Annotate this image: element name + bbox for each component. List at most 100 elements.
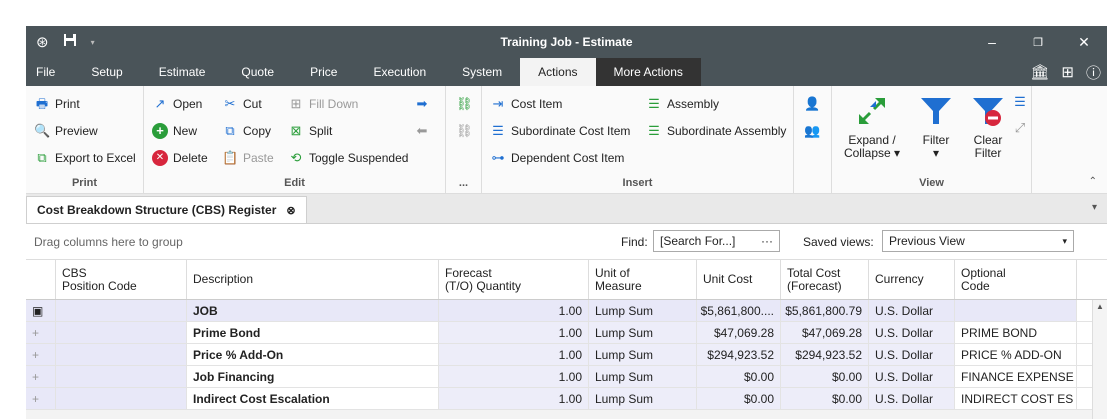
print-button[interactable]: 🖶 Print (34, 96, 80, 112)
menu-price[interactable]: Price (292, 58, 355, 86)
toggle-suspended-button[interactable]: ⟲ Toggle Suspended (288, 150, 409, 166)
table-row[interactable]: + Job Financing 1.00 Lump Sum $0.00 $0.0… (26, 366, 1107, 388)
menu-more-actions[interactable]: More Actions (595, 58, 701, 86)
layout-icon[interactable]: ⊞ (1061, 63, 1074, 81)
close-button[interactable]: ✕ (1061, 26, 1107, 58)
cut-button[interactable]: ✂ Cut (222, 96, 262, 112)
grid-vertical-scrollbar[interactable]: ▲ (1092, 300, 1107, 419)
minimize-button[interactable]: – (969, 26, 1015, 58)
resize-button[interactable]: ⤢ (1012, 120, 1028, 136)
ribbon-group-view: Expand / Collapse ▾ Filter ▾ Clear Filte… (832, 86, 1032, 193)
paste-button[interactable]: 📋 Paste (222, 150, 274, 166)
menu-quote[interactable]: Quote (223, 58, 292, 86)
quick-access-dropdown-icon[interactable]: ▾ (91, 38, 95, 47)
grid-header: CBS Position Code Description Forecast (… (26, 260, 1107, 300)
toggle-icon: ⟲ (290, 150, 302, 165)
search-options-icon[interactable]: ··· (761, 234, 773, 248)
more-group-label[interactable]: ... (446, 177, 481, 189)
search-input[interactable]: [Search For...] ··· (653, 230, 780, 252)
move-right-button[interactable]: ➡ (414, 96, 430, 112)
ribbon-group-print: 🖶 Print 🔍 Preview ⧉ Export to Excel Prin… (26, 86, 144, 193)
table-row[interactable]: + Price % Add-On 1.00 Lump Sum $294,923.… (26, 344, 1107, 366)
insert-assembly-button[interactable]: ☰ Assembly (646, 96, 719, 112)
expand-collapse-button[interactable]: Expand / Collapse ▾ (840, 94, 904, 160)
excel-export-icon: ⧉ (37, 150, 47, 165)
window-title: Training Job - Estimate (500, 35, 633, 49)
cost-item-icon: ⇥ (492, 96, 504, 111)
scissors-icon: ✂ (224, 96, 236, 111)
arrow-left-icon: ⬅ (416, 123, 428, 138)
link-button[interactable]: ⛓ (456, 96, 473, 112)
preview-button[interactable]: 🔍 Preview (34, 123, 98, 139)
scroll-up-icon[interactable]: ▲ (1096, 302, 1104, 311)
column-header-total-cost[interactable]: Total Cost (Forecast) (781, 260, 869, 299)
app-window: ⊛ ▾ Training Job - Estimate – ❐ ✕ File S… (26, 26, 1107, 419)
table-row[interactable]: + Prime Bond 1.00 Lump Sum $47,069.28 $4… (26, 322, 1107, 344)
column-header-description[interactable]: Description (187, 260, 439, 299)
printer-icon: 🖶 (35, 96, 49, 111)
list-view-button[interactable]: ☰ (1012, 94, 1028, 110)
copy-button[interactable]: ⧉ Copy (222, 123, 271, 139)
menu-file[interactable]: File (26, 58, 73, 86)
split-icon: ⊠ (290, 123, 302, 138)
delete-button[interactable]: ✕ Delete (152, 150, 208, 166)
menu-estimate[interactable]: Estimate (141, 58, 224, 86)
split-button[interactable]: ⊠ Split (288, 123, 333, 139)
menu-setup[interactable]: Setup (73, 58, 140, 86)
unlink-button[interactable]: ⛓ (456, 123, 473, 139)
insert-dependent-cost-item-button[interactable]: ⊶ Dependent Cost Item (490, 150, 625, 166)
delete-icon: ✕ (152, 150, 168, 166)
export-to-excel-button[interactable]: ⧉ Export to Excel (34, 150, 135, 166)
table-row[interactable]: ▣ JOB 1.00 Lump Sum $5,861,800.... $5,86… (26, 300, 1107, 322)
save-icon[interactable] (63, 33, 77, 51)
row-expander-icon[interactable]: + (26, 322, 56, 343)
edit-group-label: Edit (284, 177, 305, 189)
tab-cbs-register[interactable]: Cost Breakdown Structure (CBS) Register … (26, 196, 307, 223)
menu-system[interactable]: System (444, 58, 520, 86)
collapse-ribbon-icon[interactable]: ⌃ (1089, 176, 1097, 187)
insert-subordinate-assembly-button[interactable]: ☰ Subordinate Assembly (646, 123, 786, 139)
saved-views-select[interactable]: Previous View ▾ (882, 230, 1074, 252)
title-bar: ⊛ ▾ Training Job - Estimate – ❐ ✕ (26, 26, 1107, 58)
assign-group-button[interactable]: 👥 (804, 123, 820, 139)
column-header-currency[interactable]: Currency (869, 260, 955, 299)
preview-icon: 🔍 (34, 123, 51, 138)
row-expander-icon[interactable]: + (26, 344, 56, 365)
group-by-drop-area[interactable]: Drag columns here to group (34, 235, 183, 249)
move-left-button[interactable]: ⬅ (414, 123, 430, 139)
unlink-icon: ⛓ (456, 123, 473, 138)
menu-execution[interactable]: Execution (355, 58, 444, 86)
column-header-optional-code[interactable]: Optional Code (955, 260, 1077, 299)
users-icon: 👥 (804, 123, 821, 138)
column-header-unit-cost[interactable]: Unit Cost (697, 260, 781, 299)
insert-subordinate-cost-item-button[interactable]: ☰ Subordinate Cost Item (490, 123, 630, 139)
clear-filter-button[interactable]: Clear Filter (966, 94, 1010, 160)
row-expander-icon[interactable]: ▣ (26, 300, 56, 321)
subordinate-assembly-icon: ☰ (648, 123, 660, 138)
menu-bar: File Setup Estimate Quote Price Executio… (26, 58, 1107, 86)
column-header-unit-of-measure[interactable]: Unit of Measure (589, 260, 697, 299)
bank-icon[interactable]: 🏛 (1030, 63, 1049, 81)
insert-cost-item-button[interactable]: ⇥ Cost Item (490, 96, 563, 112)
tab-list-dropdown-icon[interactable]: ▾ (1092, 202, 1097, 213)
close-tab-icon[interactable]: ⊗ (286, 204, 295, 217)
row-expander-icon[interactable]: + (26, 388, 56, 409)
column-header-quantity[interactable]: Forecast (T/O) Quantity (439, 260, 589, 299)
find-label: Find: (621, 235, 648, 249)
menu-actions[interactable]: Actions (520, 58, 596, 86)
fill-down-button[interactable]: ⊞ Fill Down (288, 96, 359, 112)
column-header-cbs[interactable]: CBS Position Code (56, 260, 187, 299)
ribbon-group-edit: ↗ Open ✂ Cut ⊞ Fill Down + New ⧉ Copy ⊠ … (144, 86, 446, 193)
restore-button[interactable]: ❐ (1015, 26, 1061, 58)
link-icon: ⛓ (456, 96, 473, 111)
table-row[interactable]: + Indirect Cost Escalation 1.00 Lump Sum… (26, 388, 1107, 410)
help-icon[interactable]: ⓘ (1086, 62, 1101, 83)
new-button[interactable]: + New (152, 123, 197, 139)
app-logo-icon[interactable]: ⊛ (36, 33, 49, 51)
paste-icon: 📋 (222, 150, 239, 165)
open-button[interactable]: ↗ Open (152, 96, 203, 112)
filter-button[interactable]: Filter ▾ (910, 94, 962, 160)
row-expander-icon[interactable]: + (26, 366, 56, 387)
fill-down-icon: ⊞ (290, 96, 302, 111)
assign-user-button[interactable]: 👤 (804, 96, 820, 112)
